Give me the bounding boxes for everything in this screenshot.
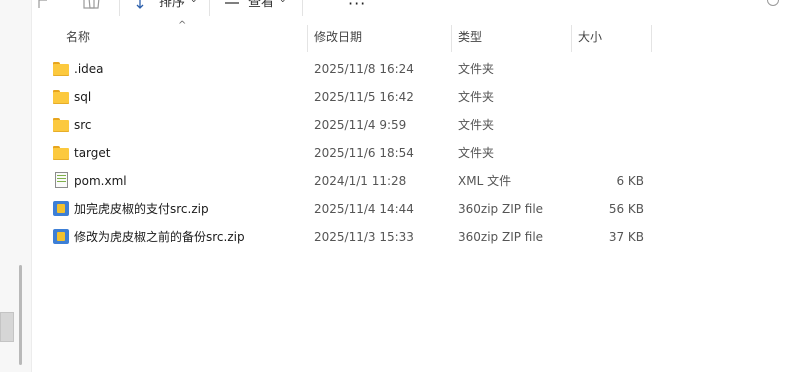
file-size: 56 KB — [608, 202, 644, 216]
toolbar-separator — [119, 0, 120, 16]
file-type: 文件夹 — [458, 118, 495, 132]
file-name: pom.xml — [74, 174, 127, 188]
view-button[interactable]: 查看 — [248, 0, 274, 10]
share-icon[interactable] — [37, 0, 53, 10]
file-name: target — [74, 146, 111, 160]
sort-button[interactable]: 排序 — [159, 0, 185, 10]
file-date: 2025/11/6 18:54 — [314, 146, 414, 160]
file-size: 37 KB — [608, 230, 644, 244]
toolbar-separator — [302, 0, 303, 16]
command-bar: 排序 ⌄ 查看 ⌄ ··· — [31, 0, 787, 22]
chevron-down-icon[interactable]: ⌄ — [279, 0, 287, 5]
file-row[interactable]: 加完虎皮椒的支付src.zip 2025/11/4 14:44 360zip Z… — [44, 195, 656, 223]
nav-scrollbar[interactable] — [19, 265, 22, 365]
column-header-type[interactable]: 类型 — [458, 22, 482, 52]
column-header-name[interactable]: 名称 — [66, 22, 90, 52]
file-row[interactable]: sql 2025/11/5 16:42 文件夹 — [44, 83, 656, 111]
zip-file-icon — [53, 200, 70, 217]
folder-icon — [53, 88, 70, 105]
file-row[interactable]: .idea 2025/11/8 16:24 文件夹 — [44, 55, 656, 83]
file-name: src — [74, 118, 92, 132]
folder-icon — [53, 60, 70, 77]
file-row[interactable]: 修改为虎皮椒之前的备份src.zip 2025/11/3 15:33 360zi… — [44, 223, 656, 251]
file-name: sql — [74, 90, 92, 104]
file-date: 2025/11/5 16:42 — [314, 90, 414, 104]
chevron-down-icon[interactable]: ⌄ — [190, 0, 198, 5]
file-name: 修改为虎皮椒之前的备份src.zip — [74, 230, 245, 244]
file-type: 360zip ZIP file — [458, 230, 544, 244]
navigation-pane[interactable] — [0, 0, 32, 372]
column-divider[interactable] — [307, 25, 308, 52]
file-row[interactable]: target 2025/11/6 18:54 文件夹 — [44, 139, 656, 167]
folder-icon — [53, 116, 70, 133]
column-header-row: ^ 名称 修改日期 类型 大小 — [31, 20, 787, 52]
file-date: 2025/11/3 15:33 — [314, 230, 414, 244]
toolbar-separator — [209, 0, 210, 16]
column-divider[interactable] — [651, 25, 652, 52]
sort-icon — [136, 0, 144, 9]
more-options-button[interactable]: ··· — [348, 0, 366, 13]
xml-file-icon — [53, 172, 70, 189]
file-row[interactable]: pom.xml 2024/1/1 11:28 XML 文件 6 KB — [44, 167, 656, 195]
column-header-size[interactable]: 大小 — [578, 22, 602, 52]
column-divider[interactable] — [451, 25, 452, 52]
file-type: 文件夹 — [458, 146, 495, 160]
file-type: 文件夹 — [458, 62, 495, 76]
file-date: 2024/1/1 11:28 — [314, 174, 407, 188]
file-type: XML 文件 — [458, 174, 512, 188]
delete-icon[interactable] — [86, 0, 102, 10]
nav-scroll-thumb[interactable] — [0, 312, 14, 342]
file-type: 文件夹 — [458, 90, 495, 104]
sort-ascending-icon: ^ — [178, 20, 187, 31]
view-icon — [225, 2, 239, 4]
folder-icon — [53, 144, 70, 161]
column-header-date[interactable]: 修改日期 — [314, 22, 362, 52]
file-type: 360zip ZIP file — [458, 202, 544, 216]
file-date: 2025/11/4 9:59 — [314, 118, 407, 132]
details-pane-icon[interactable] — [767, 0, 779, 6]
file-name: 加完虎皮椒的支付src.zip — [74, 202, 209, 216]
column-divider[interactable] — [571, 25, 572, 52]
file-date: 2025/11/8 16:24 — [314, 62, 414, 76]
zip-file-icon — [53, 228, 70, 245]
file-size: 6 KB — [616, 174, 644, 188]
file-name: .idea — [74, 62, 104, 76]
file-row[interactable]: src 2025/11/4 9:59 文件夹 — [44, 111, 656, 139]
file-date: 2025/11/4 14:44 — [314, 202, 414, 216]
